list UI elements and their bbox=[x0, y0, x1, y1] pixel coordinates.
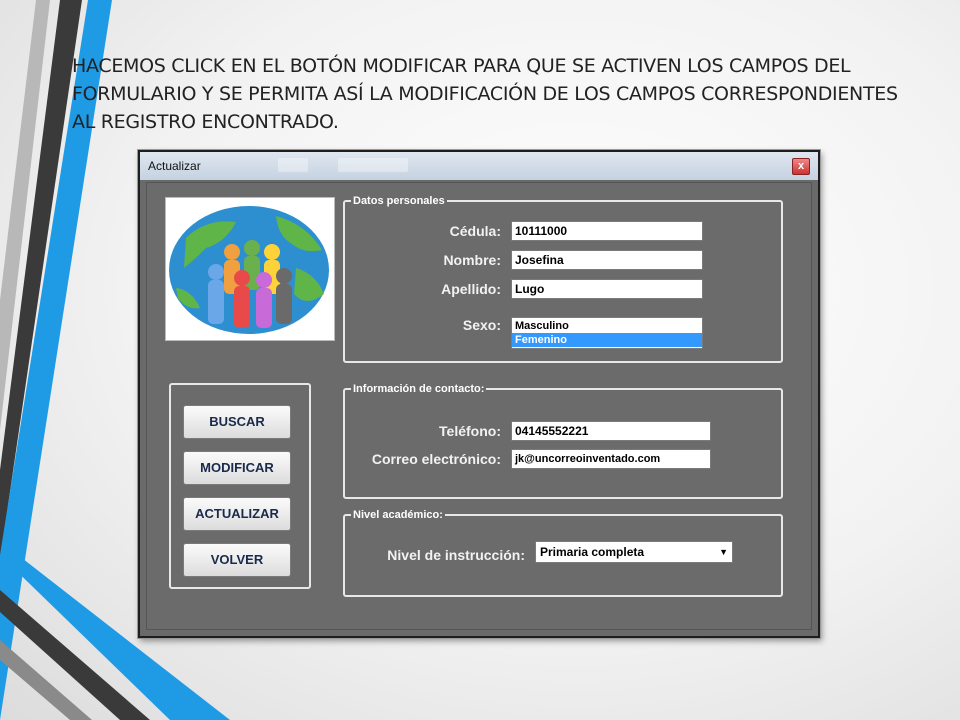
background-ghost-1 bbox=[278, 158, 308, 172]
nivel-academico-legend: Nivel académico: bbox=[353, 509, 443, 521]
apellido-field[interactable]: Lugo bbox=[511, 279, 703, 299]
nivel-instruccion-dropdown[interactable]: Primaria completa ▼ bbox=[535, 541, 733, 563]
close-button[interactable]: x bbox=[792, 158, 810, 175]
window-titlebar[interactable]: Actualizar x bbox=[140, 152, 818, 180]
slide-instruction-text: HACEMOS CLICK EN EL BOTÓN MODIFICAR PARA… bbox=[72, 55, 898, 133]
cedula-label: Cédula: bbox=[449, 223, 501, 239]
nombre-field[interactable]: Josefina bbox=[511, 250, 703, 270]
correo-label: Correo electrónico: bbox=[371, 451, 501, 467]
datos-personales-legend: Datos personales bbox=[353, 195, 445, 207]
background-ghost-2 bbox=[338, 158, 408, 172]
form-client-area: Datos personales Cédula: 10111000 Nombre… bbox=[146, 182, 812, 630]
modificar-button[interactable]: MODIFICAR bbox=[183, 451, 291, 485]
chevron-down-icon[interactable]: ▼ bbox=[719, 542, 728, 562]
nivel-instruccion-value: Primaria completa bbox=[540, 545, 645, 559]
actualizar-window: Actualizar x Datos personales Cédula: 10… bbox=[138, 150, 820, 638]
sexo-option-femenino[interactable]: Femenino bbox=[512, 333, 702, 347]
nombre-label: Nombre: bbox=[443, 252, 501, 268]
cedula-field[interactable]: 10111000 bbox=[511, 221, 703, 241]
sexo-listbox[interactable]: Masculino Femenino bbox=[511, 317, 703, 349]
correo-field[interactable]: jk@uncorreoinventado.com bbox=[511, 449, 711, 469]
telefono-label: Teléfono: bbox=[439, 423, 501, 439]
buscar-button[interactable]: BUSCAR bbox=[183, 405, 291, 439]
sexo-option-masculino[interactable]: Masculino bbox=[512, 319, 702, 333]
volver-button[interactable]: VOLVER bbox=[183, 543, 291, 577]
globe-people-icon bbox=[169, 206, 329, 334]
telefono-field[interactable]: 04145552221 bbox=[511, 421, 711, 441]
people-globe-logo bbox=[165, 197, 335, 341]
actualizar-button[interactable]: ACTUALIZAR bbox=[183, 497, 291, 531]
nivel-instruccion-label: Nivel de instrucción: bbox=[387, 547, 525, 563]
apellido-label: Apellido: bbox=[441, 281, 501, 297]
contacto-legend: Información de contacto: bbox=[353, 383, 485, 395]
sexo-label: Sexo: bbox=[462, 317, 501, 333]
contacto-group: Información de contacto: bbox=[343, 383, 783, 499]
window-title: Actualizar bbox=[148, 159, 201, 173]
